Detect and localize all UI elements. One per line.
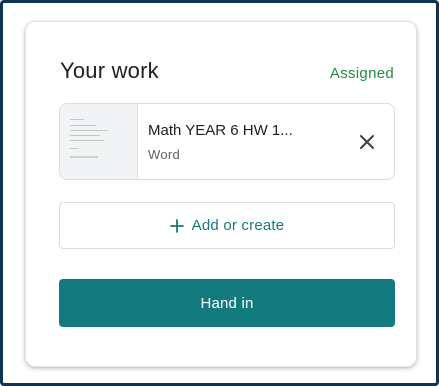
- your-work-card: Your work Assigned Math YEAR 6 HW 1... W…: [25, 21, 417, 367]
- attachment-type: Word: [148, 147, 181, 162]
- add-or-create-label: Add or create: [191, 217, 285, 234]
- card-title: Your work: [60, 58, 159, 83]
- close-icon: [360, 135, 374, 149]
- document-thumbnail[interactable]: [60, 104, 138, 179]
- add-or-create-button[interactable]: Add or create: [59, 202, 395, 249]
- plus-icon: [169, 218, 184, 233]
- hand-in-label: Hand in: [200, 294, 254, 312]
- remove-attachment-button[interactable]: [350, 125, 384, 159]
- attachment-name[interactable]: Math YEAR 6 HW 1...: [148, 122, 293, 139]
- window-frame: Your work Assigned Math YEAR 6 HW 1... W…: [0, 0, 439, 386]
- hand-in-button[interactable]: Hand in: [59, 279, 395, 327]
- status-badge: Assigned: [329, 65, 394, 82]
- attachment-item[interactable]: Math YEAR 6 HW 1... Word: [59, 103, 395, 180]
